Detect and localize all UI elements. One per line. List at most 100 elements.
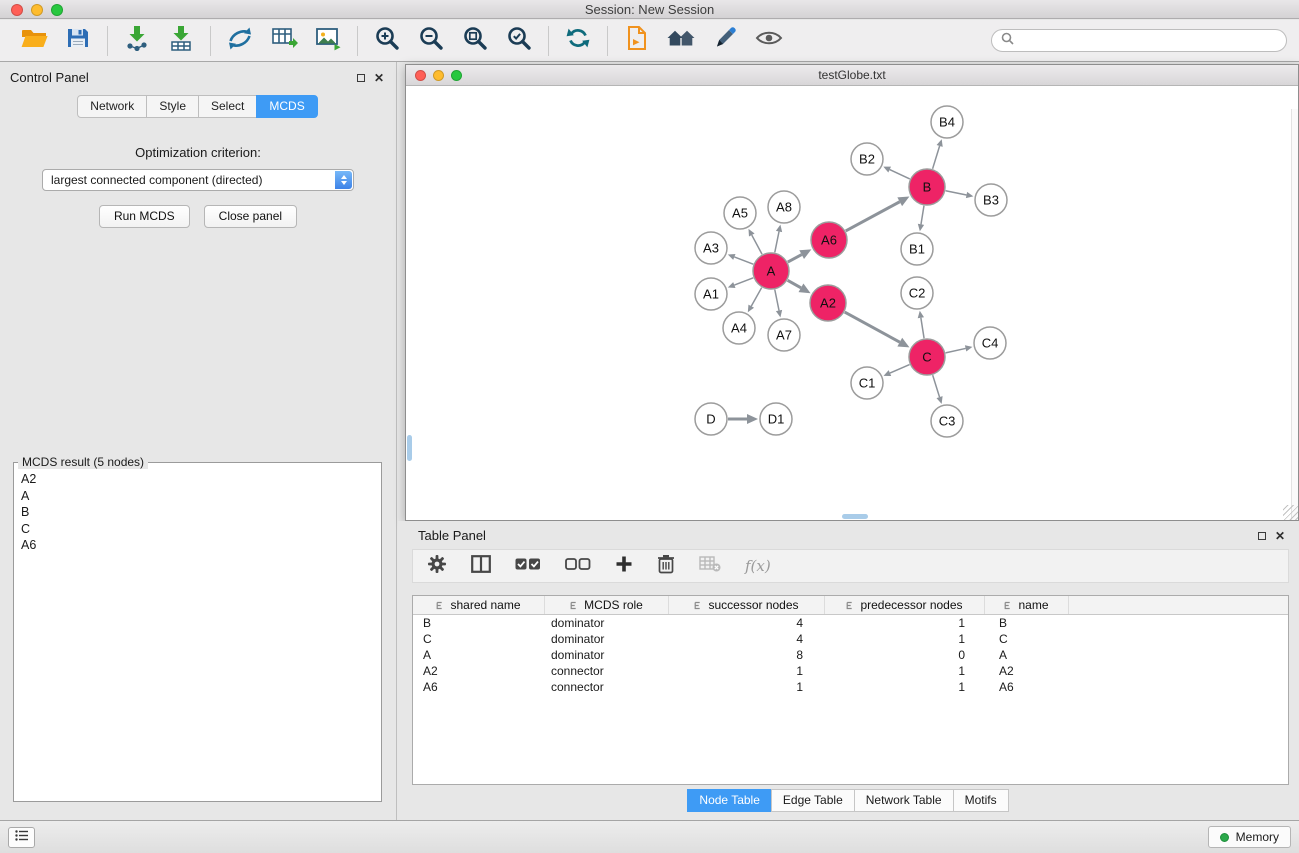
network-minimize-button[interactable]: [433, 70, 444, 81]
zoom-out-button[interactable]: [409, 23, 453, 59]
horizontal-scroll-thumb[interactable]: [842, 514, 868, 519]
mcds-result-item[interactable]: A: [14, 488, 381, 505]
close-panel-icon[interactable]: ✕: [374, 74, 384, 82]
table-row[interactable]: Adominator80A: [413, 647, 1288, 663]
new-network-table-button[interactable]: [262, 23, 306, 59]
resize-grip[interactable]: [1283, 505, 1298, 520]
tab-motifs[interactable]: Motifs: [953, 789, 1009, 812]
tab-network[interactable]: Network: [77, 95, 147, 118]
edge-B-B2[interactable]: [890, 170, 910, 179]
edge-A2-C[interactable]: [845, 312, 900, 342]
edge-C-C4[interactable]: [946, 348, 966, 352]
network-canvas[interactable]: B4B2BB3A8A5A6A3B1AC2A1A2A4A7C4CC1DD1C3: [406, 87, 1298, 520]
network-node-B4[interactable]: B4: [931, 106, 963, 138]
function-builder-icon[interactable]: f(x): [745, 557, 771, 575]
edge-B-B3[interactable]: [946, 191, 967, 195]
network-node-B[interactable]: B: [909, 169, 945, 205]
search-input[interactable]: [1020, 34, 1277, 48]
delete-table-icon[interactable]: [699, 556, 721, 577]
home-view-button[interactable]: [659, 23, 703, 59]
maximize-window-button[interactable]: [51, 4, 63, 16]
network-node-B1[interactable]: B1: [901, 233, 933, 265]
column-header-name[interactable]: name: [985, 596, 1069, 614]
edge-A-A3[interactable]: [734, 257, 753, 264]
edge-C-C2[interactable]: [921, 318, 924, 339]
zoom-fit-content-button[interactable]: [453, 23, 497, 59]
scrollbar-track[interactable]: [1291, 109, 1298, 520]
mcds-result-item[interactable]: C: [14, 521, 381, 538]
import-table-from-file-button[interactable]: [159, 23, 203, 59]
edge-A-A4[interactable]: [751, 288, 761, 307]
network-node-C4[interactable]: C4: [974, 327, 1006, 359]
network-node-A[interactable]: A: [753, 253, 789, 289]
edge-C-C3[interactable]: [933, 375, 940, 397]
close-table-panel-icon[interactable]: ✕: [1275, 532, 1285, 540]
tab-style[interactable]: Style: [146, 95, 199, 118]
edge-A-A7[interactable]: [775, 290, 779, 311]
mcds-result-item[interactable]: B: [14, 504, 381, 521]
network-close-button[interactable]: [415, 70, 426, 81]
mcds-result-item[interactable]: A2: [14, 471, 381, 488]
float-table-panel-icon[interactable]: [1258, 532, 1266, 540]
network-node-A6[interactable]: A6: [811, 222, 847, 258]
network-node-D[interactable]: D: [695, 403, 727, 435]
run-mcds-button[interactable]: Run MCDS: [99, 205, 190, 228]
minimize-window-button[interactable]: [31, 4, 43, 16]
tab-mcds[interactable]: MCDS: [256, 95, 317, 118]
network-node-A2[interactable]: A2: [810, 285, 846, 321]
edge-C-C1[interactable]: [890, 365, 910, 374]
search-box[interactable]: [991, 29, 1287, 52]
window-titlebar[interactable]: Session: New Session: [0, 0, 1299, 19]
edge-A-A1[interactable]: [734, 278, 753, 285]
table-row[interactable]: A6connector11A6: [413, 679, 1288, 695]
network-node-A3[interactable]: A3: [695, 232, 727, 264]
network-node-B3[interactable]: B3: [975, 184, 1007, 216]
table-settings-icon[interactable]: [427, 554, 447, 579]
select-all-rows-icon[interactable]: [515, 557, 541, 576]
zoom-selected-button[interactable]: [497, 23, 541, 59]
column-header-shared-name[interactable]: shared name: [413, 596, 545, 614]
column-header-MCDS-role[interactable]: MCDS role: [545, 596, 669, 614]
deselect-all-rows-icon[interactable]: [565, 557, 591, 576]
network-node-B2[interactable]: B2: [851, 143, 883, 175]
tab-edge-table[interactable]: Edge Table: [771, 789, 855, 812]
network-node-C[interactable]: C: [909, 339, 945, 375]
edge-A-A5[interactable]: [752, 235, 762, 254]
edge-B-B1[interactable]: [921, 206, 924, 225]
refresh-network-view-button[interactable]: [556, 23, 600, 59]
delete-rows-icon[interactable]: [657, 554, 675, 579]
show-columns-icon[interactable]: [471, 555, 491, 578]
vertical-scroll-thumb[interactable]: [407, 435, 412, 461]
column-header-predecessor-nodes[interactable]: predecessor nodes: [825, 596, 985, 614]
network-node-C2[interactable]: C2: [901, 277, 933, 309]
edge-B-B4[interactable]: [933, 146, 940, 169]
tab-select[interactable]: Select: [198, 95, 257, 118]
panel-list-button[interactable]: [8, 827, 35, 848]
table-row[interactable]: Bdominator41B: [413, 615, 1288, 631]
network-node-A8[interactable]: A8: [768, 191, 800, 223]
network-node-C3[interactable]: C3: [931, 405, 963, 437]
network-node-D1[interactable]: D1: [760, 403, 792, 435]
annotation-pen-button[interactable]: [703, 23, 747, 59]
mcds-result-item[interactable]: A6: [14, 537, 381, 554]
table-row[interactable]: A2connector11A2: [413, 663, 1288, 679]
close-window-button[interactable]: [11, 4, 23, 16]
show-graphics-details-button[interactable]: [747, 23, 791, 59]
edge-A-A8[interactable]: [775, 231, 779, 252]
close-panel-button[interactable]: Close panel: [204, 205, 297, 228]
import-network-from-url-button[interactable]: [218, 23, 262, 59]
tab-node-table[interactable]: Node Table: [687, 789, 772, 812]
float-panel-icon[interactable]: [357, 74, 365, 82]
memory-button[interactable]: Memory: [1208, 826, 1291, 848]
table-row[interactable]: Cdominator41C: [413, 631, 1288, 647]
column-header-successor-nodes[interactable]: successor nodes: [669, 596, 825, 614]
export-image-button[interactable]: [306, 23, 350, 59]
add-row-icon[interactable]: [615, 555, 633, 578]
network-window-titlebar[interactable]: testGlobe.txt: [406, 65, 1298, 86]
open-session-button[interactable]: [12, 23, 56, 59]
network-node-A1[interactable]: A1: [695, 278, 727, 310]
optimization-criterion-dropdown[interactable]: largest connected component (directed): [42, 169, 354, 191]
network-maximize-button[interactable]: [451, 70, 462, 81]
network-node-A4[interactable]: A4: [723, 312, 755, 344]
network-node-C1[interactable]: C1: [851, 367, 883, 399]
